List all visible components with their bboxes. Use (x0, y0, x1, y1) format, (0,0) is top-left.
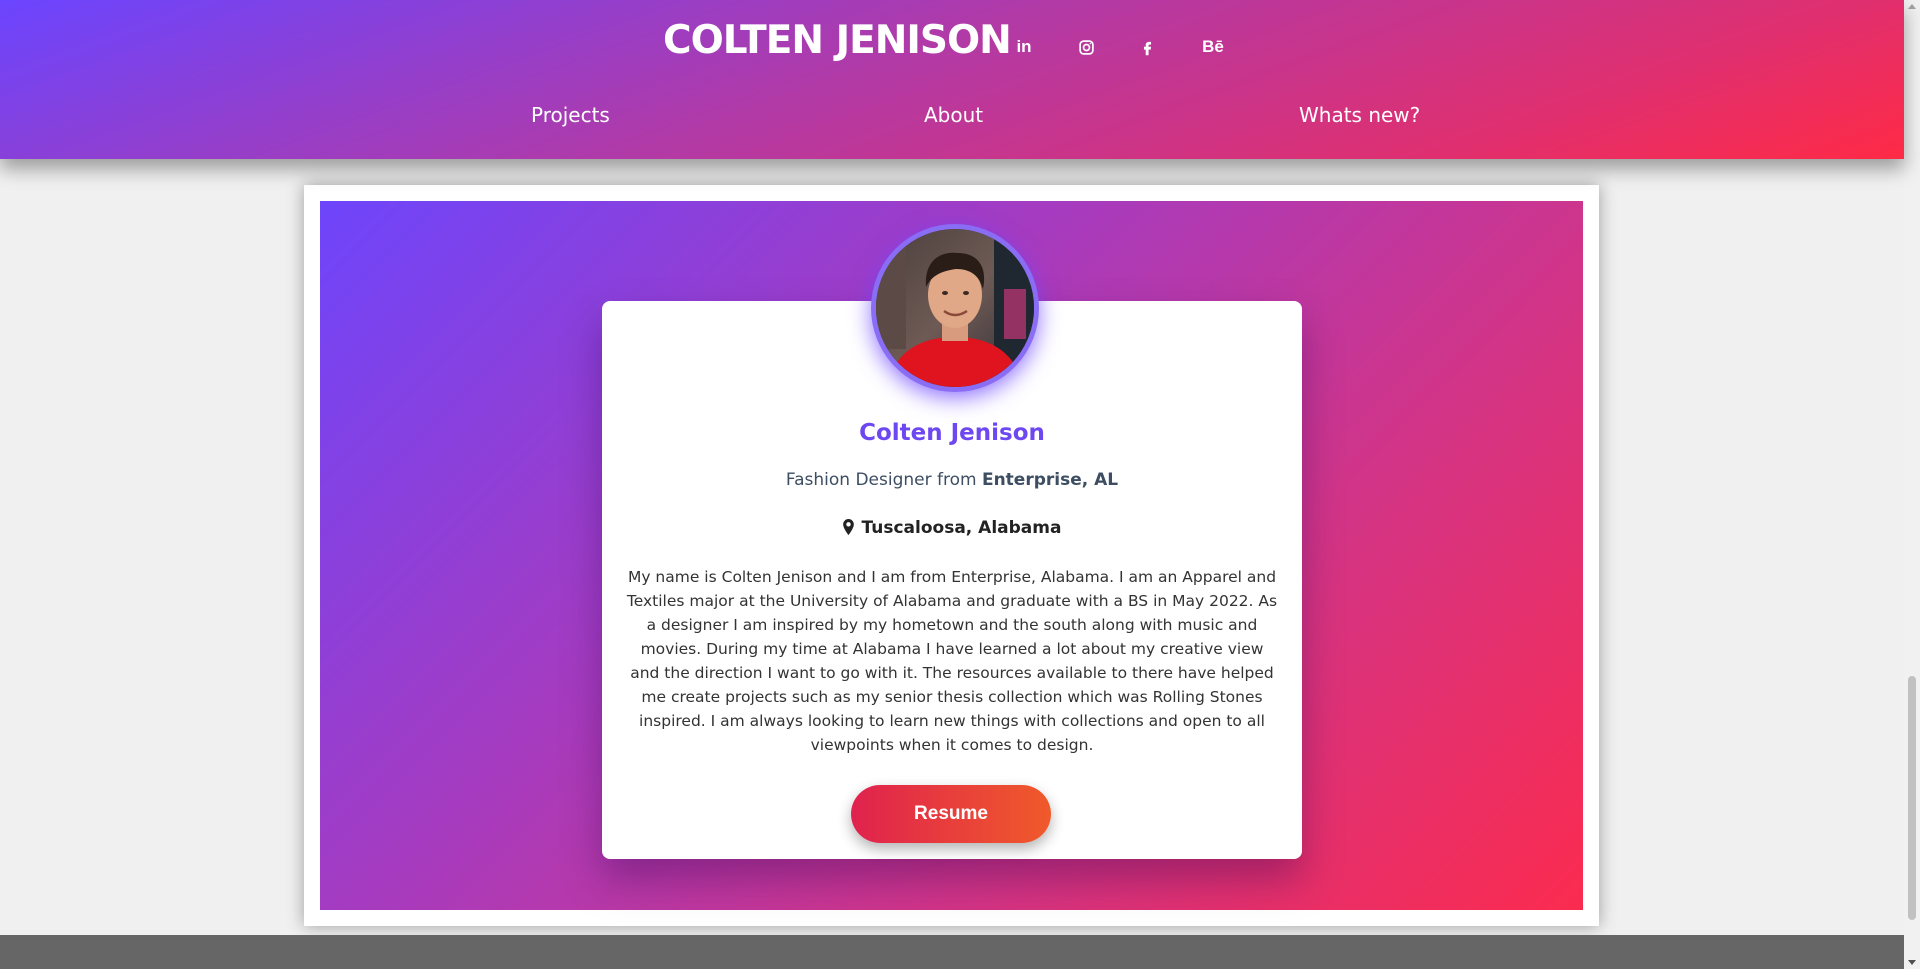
profile-hometown: Enterprise, AL (981, 470, 1119, 490)
behance-icon[interactable]: Bē (1198, 32, 1228, 62)
profile-photo (876, 229, 1034, 387)
profile-subtitle: Fashion Designer from Enterprise, AL (602, 470, 1302, 490)
site-brand[interactable]: COLTEN JENISON (663, 18, 1012, 63)
resume-button[interactable]: Resume (851, 785, 1051, 843)
nav-whats-new[interactable]: Whats new? (1299, 103, 1420, 127)
profile-avatar (871, 224, 1039, 392)
scroll-down-arrow-icon[interactable] (1908, 960, 1916, 965)
site-header: COLTEN JENISON in Bē Projects About What… (0, 0, 1904, 159)
instagram-icon[interactable] (1071, 32, 1101, 62)
profile-name: Colten Jenison (859, 420, 1045, 446)
page-scrollbar[interactable] (1904, 0, 1920, 969)
behance-label: Bē (1202, 37, 1224, 56)
facebook-icon[interactable] (1132, 32, 1162, 62)
scroll-up-arrow-icon[interactable] (1908, 4, 1916, 9)
profile-bio: My name is Colten Jenison and I am from … (626, 568, 1278, 754)
profile-location: Tuscaloosa, Alabama (602, 518, 1302, 540)
nav-projects[interactable]: Projects (531, 103, 610, 127)
linkedin-icon[interactable]: in (1009, 32, 1039, 62)
page-footer (0, 935, 1904, 969)
profile-hero-background: Colten Jenison Fashion Designer from Ent… (320, 201, 1583, 910)
profile-location-text: Tuscaloosa, Alabama (861, 518, 1062, 538)
linkedin-label: in (1016, 37, 1032, 56)
profile-frame: Colten Jenison Fashion Designer from Ent… (304, 185, 1599, 926)
profile-subtitle-prefix: Fashion Designer from (785, 470, 982, 490)
map-pin-icon (842, 519, 854, 540)
nav-about[interactable]: About (924, 103, 983, 127)
scrollbar-thumb[interactable] (1908, 676, 1916, 920)
